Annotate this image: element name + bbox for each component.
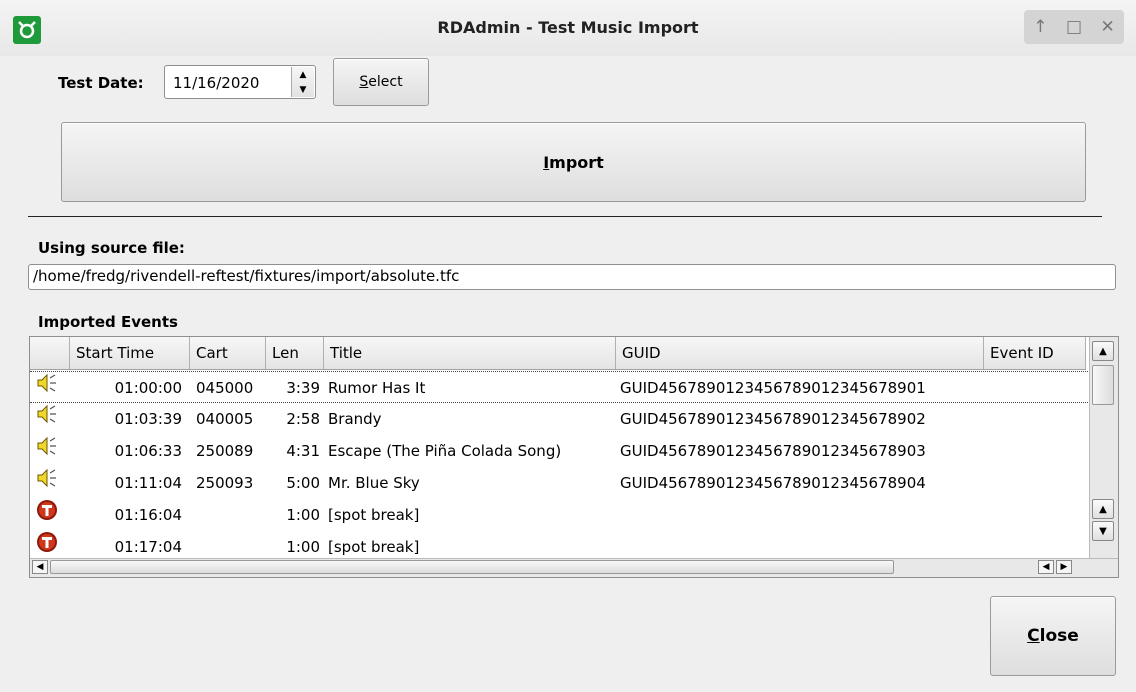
scroll-up-lower-icon[interactable]: ▲ [1092,499,1114,519]
scroll-thumb[interactable] [1092,365,1114,405]
cell-guid: GUID4567890123456789012345678903 [620,442,926,460]
table-row[interactable]: 01:06:33 250089 4:31 Escape (The Piña Colad… [30,435,1088,467]
cell-cart: 250089 [196,442,254,460]
cell-guid: GUID45678901234567890123456789​01 [620,379,926,397]
events-table[interactable]: Start Time Cart Len Title GUID Event ID … [29,336,1119,578]
cell-len: 3:39 [286,379,320,397]
column-header-icon[interactable] [30,337,70,369]
speaker-icon [36,435,66,467]
vertical-scrollbar[interactable]: ▲ ▲ ▼ [1089,337,1118,559]
cell-start-time: 01:11:04 [114,474,182,492]
table-row[interactable]: 01:11:04 250093 5:00 Mr. Blue Sky GUID456789… [30,467,1088,499]
source-file-value: /home/fredg/rivendell-reftest/fixtures/i… [33,267,460,285]
cell-cart: 040005 [196,410,254,428]
column-header-start-time[interactable]: Start Time [70,337,190,369]
cell-guid [620,499,984,531]
horizontal-scrollbar[interactable]: ◀ ◀ ▶ [30,558,1118,577]
cell-start-time: 01:16:04 [114,506,182,524]
scroll-down-icon[interactable]: ▼ [1092,521,1114,541]
table-row[interactable]: 01:00:00 045000 3:39 Rumor Has It GUID456789… [30,371,1088,403]
cell-cart: 045000 [196,379,254,397]
cell-start-time: 01:03:39 [114,410,182,428]
cell-title: Rumor Has It [328,379,426,397]
column-header-len[interactable]: Len [266,337,324,369]
source-file-label: Using source file: [38,239,185,257]
imported-events-label: Imported Events [38,313,178,331]
spin-up-icon[interactable]: ▲ [292,67,314,82]
cell-cart: 250093 [196,474,254,492]
date-spinner[interactable]: ▲ ▼ [291,67,314,97]
speaker-icon [36,467,66,499]
cell-cart [196,499,266,531]
speaker-icon [36,372,66,404]
title-bar: RDAdmin - Test Music Import ↑ □ ✕ [0,0,1136,56]
close-button[interactable]: Close [990,596,1116,676]
table-header: Start Time Cart Len Title GUID Event ID [30,337,1086,370]
close-window-icon[interactable]: ✕ [1100,17,1114,37]
keep-above-icon[interactable]: ↑ [1033,17,1047,37]
scroll-left-icon[interactable]: ◀ [32,560,48,574]
cell-len: 4:31 [286,442,320,460]
test-date-label: Test Date: [58,74,144,92]
divider [28,216,1102,217]
test-date-value: 11/16/2020 [173,74,260,92]
cell-start-time: 01:00:00 [114,379,182,397]
speaker-icon [36,403,66,435]
table-row[interactable]: 01:16:04 1:00 [spot break] [30,499,1088,531]
horizontal-scroll-thumb[interactable] [50,560,894,574]
import-button[interactable]: Import [61,122,1086,202]
cell-len: 1:00 [286,506,320,524]
column-header-guid[interactable]: GUID [616,337,984,369]
cell-len: 2:58 [286,410,320,428]
source-file-field[interactable]: /home/fredg/rivendell-reftest/fixtures/i… [28,264,1116,290]
cell-start-time: 01:06:33 [114,442,182,460]
scroll-right-icon[interactable]: ▶ [1056,560,1072,574]
spin-down-icon[interactable]: ▼ [292,82,314,97]
cell-title: Brandy [328,410,382,428]
scroll-left-icon-2[interactable]: ◀ [1038,560,1054,574]
column-header-title[interactable]: Title [324,337,616,369]
column-header-cart[interactable]: Cart [190,337,266,369]
column-header-event-id[interactable]: Event ID [984,337,1086,369]
select-button[interactable]: Select [333,58,429,106]
table-row[interactable]: 01:03:39 040005 2:58 Brandy GUID456789012345… [30,403,1088,435]
traffic-icon [36,499,66,531]
cell-title: Mr. Blue Sky [328,474,420,492]
window-controls: ↑ □ ✕ [1024,10,1124,44]
scroll-up-icon[interactable]: ▲ [1092,341,1114,361]
cell-guid: GUID4567890123456789012345678902 [620,410,926,428]
window-title: RDAdmin - Test Music Import [437,18,699,37]
cell-title: [spot break] [328,506,420,524]
cell-title: Escape (The Piña Colada Song) [328,442,562,460]
cell-guid: GUID4567890123456789012345678904 [620,474,926,492]
cell-len: 5:00 [286,474,320,492]
test-date-field[interactable]: 11/16/2020 ▲ ▼ [164,65,316,99]
maximize-icon[interactable]: □ [1066,17,1082,37]
